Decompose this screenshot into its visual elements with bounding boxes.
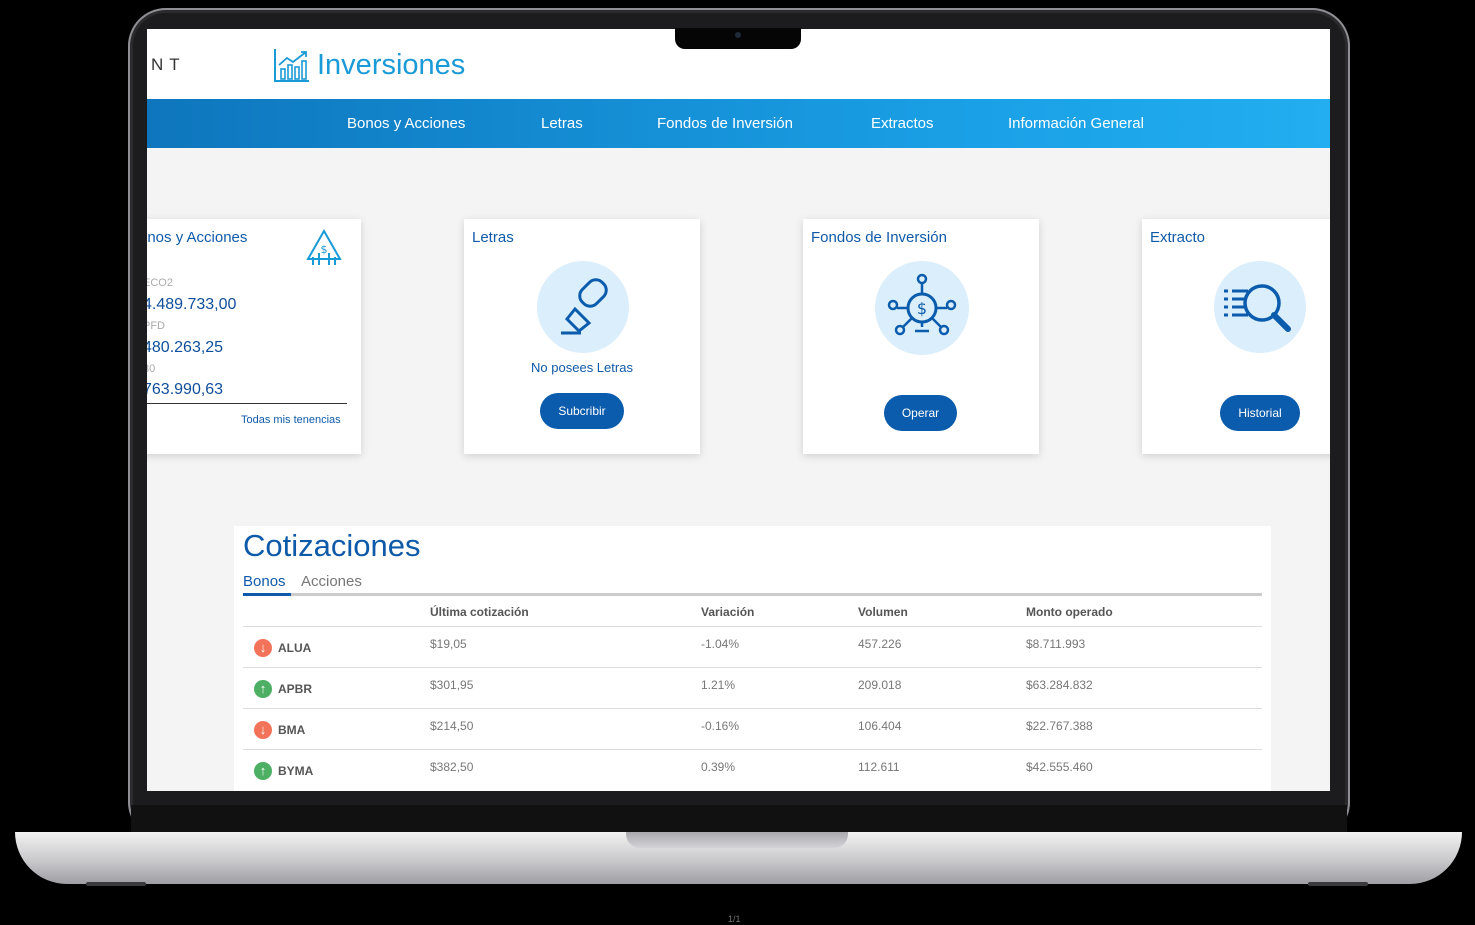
app-title: Inversiones [317,48,466,81]
holding-label: PFD [147,320,165,332]
holding-label: ECO2 [147,277,173,289]
amount: $63.284.832 [1026,678,1093,692]
svg-text:$: $ [917,299,927,318]
app-logo[interactable]: Inversiones [273,47,465,83]
volume: 112.611 [858,760,900,774]
ticker: BYMA [278,764,314,778]
change: 1.21% [701,678,736,692]
tab-active-indicator [243,593,291,596]
divider [147,403,347,404]
nav-fondos-inversion[interactable]: Fondos de Inversión [657,115,793,132]
history-button[interactable]: Historial [1220,395,1300,431]
card-extracto: Extracto Historial [1142,219,1330,454]
amount: $22.767.388 [1026,719,1093,733]
card-bonos-acciones: onos y Acciones $ ECO2 4.489.733,00 PFD … [147,219,361,454]
quotes-panel: Cotizaciones Bonos Acciones Última cotiz… [234,526,1271,791]
nav-bonos-acciones[interactable]: Bonos y Acciones [347,115,465,132]
table-row[interactable]: ↓ ALUA $19,05 -1.04% 457.226 $8.711.993 [243,626,1262,667]
arrow-up-icon: ↑ [254,762,272,780]
table-row[interactable]: ↑ APBR $301,95 1.21% 209.018 $63.284.832 [243,667,1262,708]
main-nav: Bonos y Acciones Letras Fondos de Invers… [147,99,1330,148]
volume: 106.404 [858,719,902,733]
card-title: Letras [472,229,514,246]
table-row[interactable]: ↓ BMA $214,50 -0.16% 106.404 $22.767.388 [243,708,1262,749]
col-volume: Volumen [858,605,908,619]
holding-value: 763.990,63 [147,381,224,398]
search-list-icon [1224,284,1291,332]
card-fondos: Fondos de Inversión $ Operar [803,219,1039,454]
brand-fragment: NT [151,55,186,74]
change: 0.39% [701,760,736,774]
page-counter: 1/1 [728,914,741,924]
stamp-icon-circle [537,261,629,353]
volume: 209.018 [858,678,902,692]
tab-bonos[interactable]: Bonos [243,573,286,590]
ticker: ALUA [278,641,312,655]
amount: $8.711.993 [1026,637,1086,651]
empty-letras-text: No posees Letras [531,360,633,375]
holding-label: 30 [147,363,156,375]
tab-underline [243,593,1262,596]
arrow-up-icon: ↑ [254,680,272,698]
network-icon-circle: $ [875,261,969,355]
arrow-down-icon: ↓ [254,639,272,657]
camera-notch [675,28,801,49]
arrow-down-icon: ↓ [254,721,272,739]
nav-letras[interactable]: Letras [541,115,583,132]
screen-bezel [131,805,1347,835]
card-letras: Letras No posees Letras Subcribir [464,219,700,454]
subscribe-button[interactable]: Subcribir [540,393,624,429]
ticker: BMA [278,723,306,737]
operate-button[interactable]: Operar [884,395,957,431]
app-screen: NT Inversiones Bonos y Acciones Letras F… [147,29,1330,791]
change: -0.16% [701,719,740,733]
nav-informacion-general[interactable]: Información General [1008,115,1144,132]
money-network-icon: $ [887,273,957,336]
card-title: Extracto [1150,229,1206,246]
price: $19,05 [430,637,467,651]
price: $301,95 [430,678,474,692]
col-amount: Monto operado [1026,605,1113,619]
quotes-title: Cotizaciones [243,528,421,563]
volume: 457.226 [858,637,902,651]
tab-acciones[interactable]: Acciones [301,573,362,590]
nav-extractos[interactable]: Extractos [871,115,934,132]
stamp-icon [561,278,608,335]
card-title: onos y Acciones [147,229,248,246]
all-holdings-link[interactable]: Todas mis tenencias [241,414,341,426]
col-change: Variación [701,605,755,619]
laptop-foot [86,882,146,886]
laptop-foot [1308,882,1368,886]
money-growth-icon: $ [306,229,342,265]
laptop-opening-groove [626,832,848,848]
svg-text:$: $ [321,243,328,256]
camera-icon [735,32,741,38]
chart-growth-icon [274,49,309,82]
price: $214,50 [430,719,474,733]
change: -1.04% [701,637,740,651]
ticker: APBR [278,682,313,696]
holding-value: 480.263,25 [147,339,224,356]
amount: $42.555.460 [1026,760,1093,774]
card-title: Fondos de Inversión [811,229,947,246]
search-list-icon-circle [1214,261,1306,353]
col-last-price: Última cotización [430,605,529,619]
price: $382,50 [430,760,474,774]
table-row[interactable]: ↑ BYMA $382,50 0.39% 112.611 $42.555.460 [243,749,1262,790]
holding-value: 4.489.733,00 [147,296,237,313]
